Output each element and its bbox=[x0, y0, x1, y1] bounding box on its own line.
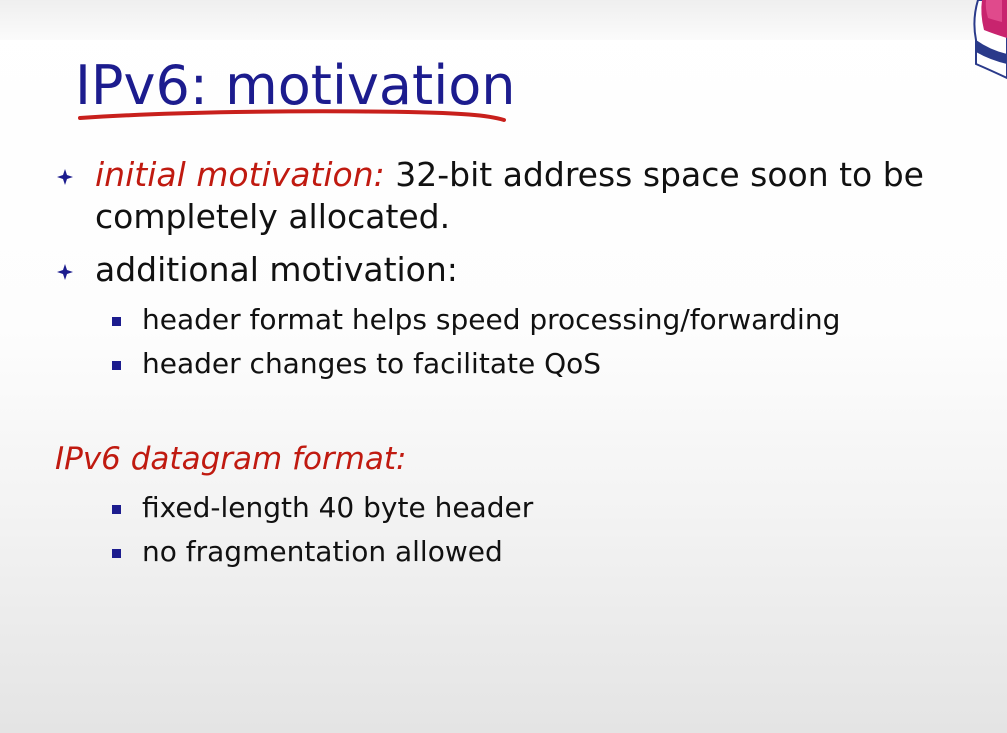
top-band bbox=[0, 0, 1007, 40]
square-bullet-icon bbox=[112, 505, 121, 514]
bullet-initial-motivation: initial motivation: 32-bit address space… bbox=[57, 155, 924, 195]
bullet-text-line1: 32-bit address space soon to be bbox=[384, 155, 924, 194]
title-underline bbox=[78, 109, 506, 122]
bullet-additional-motivation: additional motivation: bbox=[57, 250, 458, 290]
sub-bullet-no-fragmentation: no fragmentation allowed bbox=[112, 535, 503, 569]
sub-bullet-header-format: header format helps speed processing/for… bbox=[112, 303, 841, 337]
section-heading-datagram-format: IPv6 datagram format: bbox=[55, 441, 407, 477]
sub-bullet-fixed-length: fixed-length 40 byte header bbox=[112, 491, 534, 525]
diamond-bullet-icon bbox=[57, 264, 73, 280]
diamond-bullet-icon bbox=[57, 169, 73, 185]
bullet-text-line2: completely allocated. bbox=[95, 197, 451, 236]
university-logo bbox=[973, 0, 1007, 80]
sub-bullet-text: header changes to facilitate QoS bbox=[142, 347, 602, 380]
square-bullet-icon bbox=[112, 361, 121, 370]
bullet-text: additional motivation: bbox=[95, 250, 458, 289]
square-bullet-icon bbox=[112, 317, 121, 326]
square-bullet-icon bbox=[112, 549, 121, 558]
sub-bullet-text: header format helps speed processing/for… bbox=[142, 303, 841, 336]
emphasis-initial-motivation: initial motivation: bbox=[95, 155, 385, 194]
sub-bullet-header-changes: header changes to facilitate QoS bbox=[112, 347, 602, 381]
sub-bullet-text: fixed-length 40 byte header bbox=[142, 491, 534, 524]
bullet-initial-motivation-continued: completely allocated. bbox=[95, 197, 450, 237]
sub-bullet-text: no fragmentation allowed bbox=[142, 535, 503, 568]
